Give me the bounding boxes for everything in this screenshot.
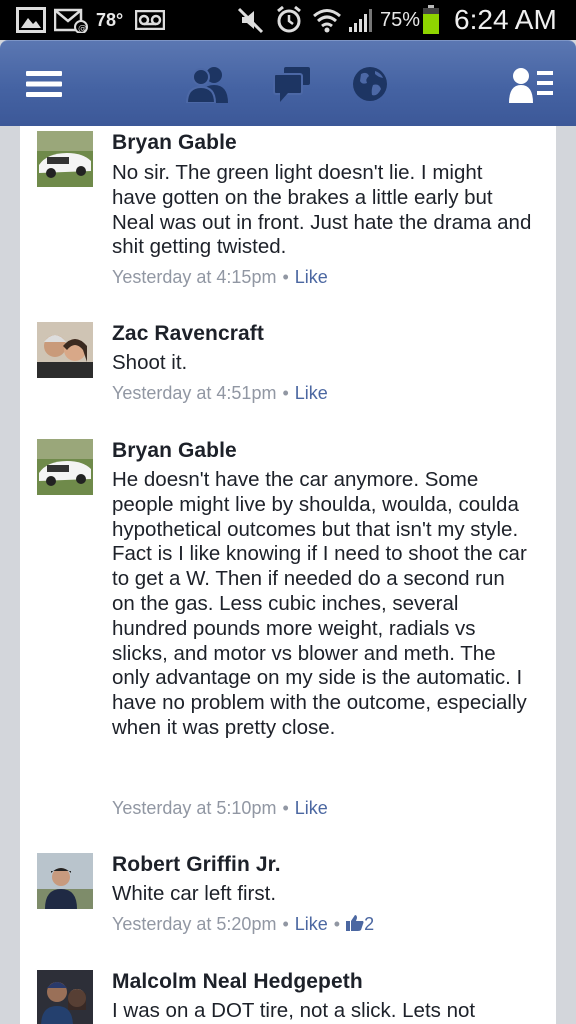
alarm-icon: [277, 5, 301, 33]
comment-meta: Yesterday at 5:20pm • Like • 2: [112, 914, 375, 934]
avatar[interactable]: [37, 853, 93, 909]
status-right-icons: 75% 6:24 AM: [236, 0, 557, 40]
signal-icon: [349, 9, 372, 32]
svg-text:@: @: [78, 24, 87, 33]
comments-list[interactable]: Bryan Gable No sir. The green light does…: [20, 126, 556, 1024]
clock-time: 6:24 AM: [454, 4, 557, 35]
comment-timestamp[interactable]: Yesterday at 5:20pm: [112, 914, 276, 934]
friend-requests-button[interactable]: [180, 41, 236, 127]
facebook-nav-bar: [0, 40, 576, 126]
man-photo-avatar: [37, 853, 93, 909]
comment-meta: Yesterday at 4:15pm • Like: [112, 267, 328, 287]
comment-author[interactable]: Bryan Gable: [112, 439, 237, 463]
wifi-icon: [313, 9, 341, 33]
menu-icon: [26, 71, 62, 97]
avatar[interactable]: [37, 970, 93, 1024]
avatar[interactable]: [37, 131, 93, 187]
notifications-globe-icon: [353, 67, 387, 101]
status-bar: @ 78° 75% 6:24 AM: [0, 0, 576, 40]
comment-text: Shoot it.: [112, 351, 188, 374]
voicemail-icon: [135, 10, 166, 30]
comment-meta: Yesterday at 4:51pm • Like: [112, 383, 328, 403]
like-count-value: 2: [364, 914, 375, 934]
comment-timestamp[interactable]: Yesterday at 4:15pm: [112, 267, 276, 287]
messages-icon: [273, 67, 310, 102]
comment-author[interactable]: Robert Griffin Jr.: [112, 853, 281, 877]
thumbs-up-icon: [346, 915, 364, 931]
comment-author[interactable]: Bryan Gable: [112, 131, 237, 155]
comment-author[interactable]: Zac Ravencraft: [112, 322, 264, 346]
like-link[interactable]: Like: [295, 383, 328, 403]
comment-timestamp[interactable]: Yesterday at 4:51pm: [112, 383, 276, 403]
comment-text: No sir. The green light doesn't lie. I m…: [112, 161, 532, 259]
mail-check-icon: @: [54, 8, 88, 33]
comment-timestamp[interactable]: Yesterday at 5:10pm: [112, 798, 276, 818]
comment-text: He doesn't have the car anymore. Some pe…: [112, 468, 527, 739]
avatar[interactable]: [37, 439, 93, 495]
comment-text: I was on a DOT tire, not a slick. Lets n…: [112, 999, 476, 1022]
like-link[interactable]: Like: [295, 798, 328, 818]
friend-requests-icon: [186, 67, 228, 103]
status-left-icons: @ 78°: [16, 0, 166, 40]
comment-author[interactable]: Malcolm Neal Hedgepeth: [112, 970, 363, 994]
menu-button[interactable]: [14, 41, 74, 127]
like-count[interactable]: 2: [346, 914, 374, 934]
comment-meta: Yesterday at 5:10pm • Like: [112, 798, 328, 818]
couple-photo-avatar: [37, 322, 93, 378]
battery-icon: [423, 5, 440, 34]
battery-percent-label: 75%: [380, 8, 421, 31]
couple-photo-avatar: [37, 970, 93, 1024]
temperature-label: 78°: [96, 9, 124, 30]
like-link[interactable]: Like: [295, 914, 328, 934]
mute-icon: [237, 7, 264, 34]
comment-text: White car left first.: [112, 882, 277, 905]
like-link[interactable]: Like: [295, 267, 328, 287]
notifications-button[interactable]: [342, 41, 398, 127]
chat-contacts-icon: [509, 68, 553, 103]
avatar[interactable]: [37, 322, 93, 378]
chat-contacts-button[interactable]: [500, 41, 564, 127]
image-icon: [16, 7, 46, 33]
messages-button[interactable]: [264, 41, 320, 127]
car-photo-avatar: [37, 131, 93, 187]
car-photo-avatar: [37, 439, 93, 495]
